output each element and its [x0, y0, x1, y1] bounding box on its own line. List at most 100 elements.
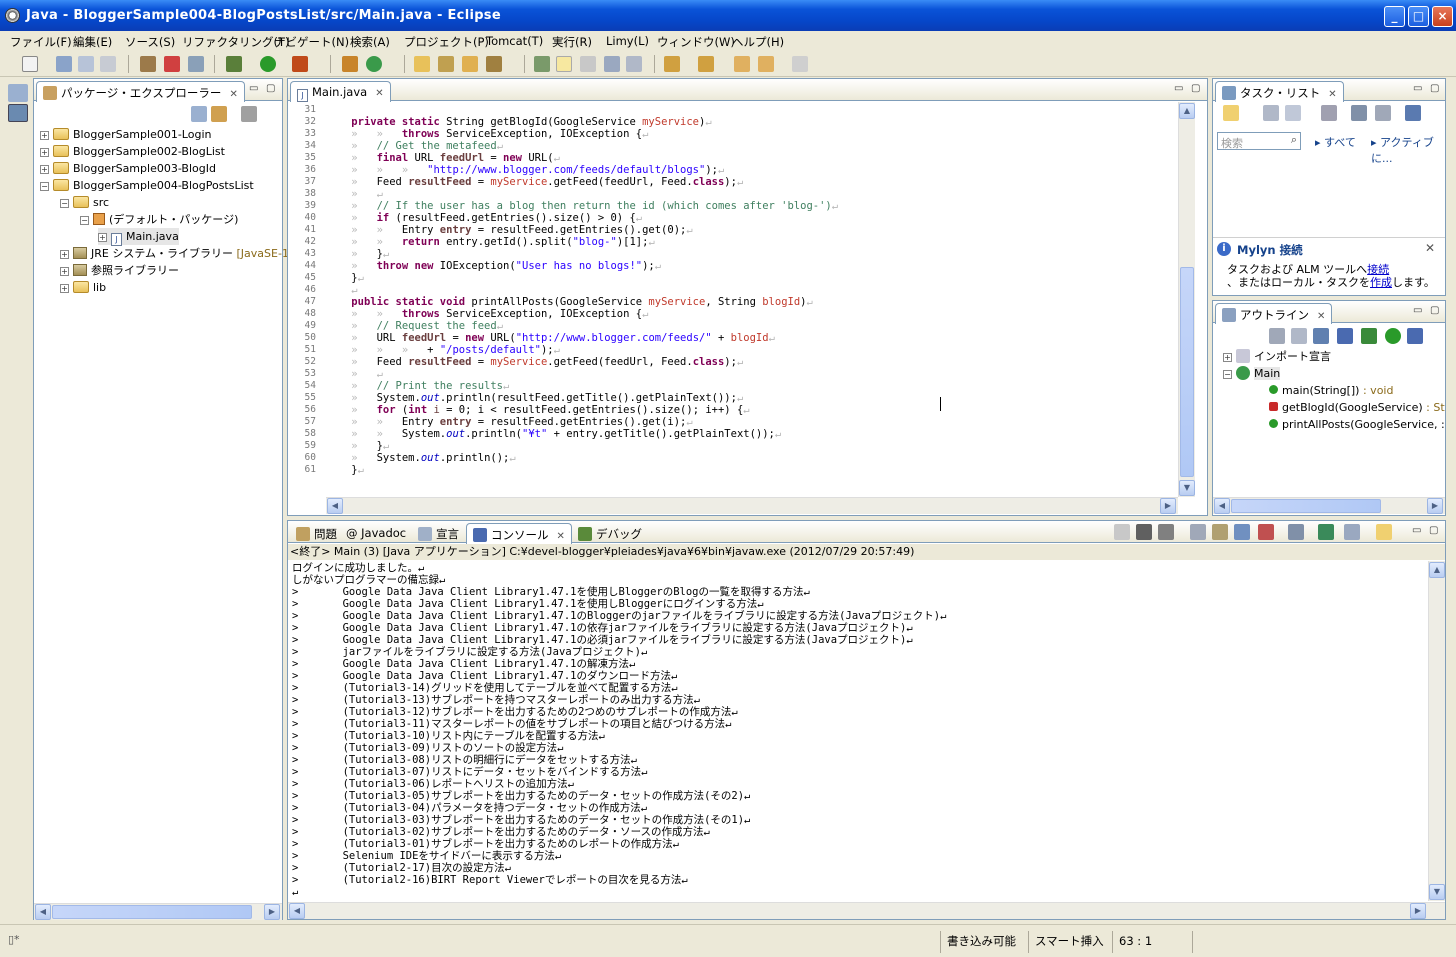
tab-main-java[interactable]: J Main.java ✕	[290, 81, 391, 102]
scroll-thumb[interactable]	[1231, 499, 1381, 513]
run-icon[interactable]	[260, 56, 276, 72]
close-icon[interactable]: ✕	[229, 89, 237, 100]
horizontal-scrollbar[interactable]: ◀ ▶	[1213, 497, 1445, 514]
scroll-lock-icon[interactable]	[1212, 524, 1228, 540]
hide-fields-icon[interactable]	[1337, 328, 1353, 344]
maximize-view-icon[interactable]: ▢	[1429, 525, 1438, 536]
scroll-up-icon[interactable]: ▲	[1429, 562, 1445, 578]
outline-item-method[interactable]: main(String[]) : void	[1269, 382, 1393, 399]
remove-all-icon[interactable]	[1158, 524, 1174, 540]
open-type-icon[interactable]	[414, 56, 430, 72]
toggle-mark-icon[interactable]	[534, 56, 550, 72]
open-task-icon[interactable]	[438, 56, 454, 72]
maximize-view-icon[interactable]: ▢	[266, 83, 275, 94]
scroll-down-icon[interactable]: ▼	[1179, 480, 1195, 496]
code-line[interactable]: » for (int i = 0; i < resultFeed.getEntr…	[326, 404, 749, 416]
menu-help[interactable]: ヘルプ(H)	[732, 34, 784, 50]
tree-item-selected[interactable]: + J Main.java	[98, 228, 179, 246]
tab-problems[interactable]: 問題	[290, 523, 343, 543]
close-icon[interactable]: ✕	[1317, 311, 1325, 322]
next-annotation-icon[interactable]	[664, 56, 680, 72]
display-console-icon[interactable]	[1318, 524, 1334, 540]
block-select-icon[interactable]	[580, 56, 596, 72]
code-line[interactable]: » }↵	[326, 440, 389, 452]
tree-item[interactable]: + lib	[60, 279, 106, 296]
code-line[interactable]: }↵	[326, 476, 339, 477]
open-folder-icon[interactable]	[462, 56, 478, 72]
pin-console-icon[interactable]	[1288, 524, 1304, 540]
menu-project[interactable]: プロジェクト(P)	[404, 34, 489, 50]
hide-local-types-icon[interactable]	[1407, 328, 1423, 344]
minimize-button[interactable]: _	[1384, 6, 1405, 27]
menu-navigate[interactable]: ナビゲート(N)	[274, 34, 349, 50]
clear-console-icon[interactable]	[1190, 524, 1206, 540]
show-stdout-icon[interactable]	[1234, 524, 1250, 540]
open-perspective-icon[interactable]	[8, 84, 28, 102]
code-line[interactable]: }↵	[326, 272, 364, 284]
back-icon[interactable]	[758, 56, 774, 72]
collapse-all-icon[interactable]	[1375, 105, 1391, 121]
outline-item-method[interactable]: getBlogId(GoogleService) : St	[1269, 399, 1445, 416]
collapse-all-icon[interactable]	[191, 106, 207, 122]
all-tasks-link[interactable]: ▸ すべて	[1315, 134, 1356, 150]
code-line[interactable]: ↵	[326, 284, 357, 296]
tab-outline[interactable]: アウトライン ✕	[1215, 303, 1333, 324]
code-area[interactable]: 31 32 private static String getBlogId(Goo…	[288, 102, 1178, 477]
last-edit-icon[interactable]	[734, 56, 750, 72]
task-search-input[interactable]: 検索 ⌕	[1217, 132, 1301, 150]
minimize-view-icon[interactable]: ▭	[1412, 525, 1421, 536]
menu-file[interactable]: ファイル(F)	[10, 34, 72, 50]
scroll-right-icon[interactable]: ▶	[1160, 498, 1176, 514]
scroll-left-icon[interactable]: ◀	[327, 498, 343, 514]
minimize-view-icon[interactable]: ▭	[1174, 83, 1183, 94]
code-line[interactable]: » // If the user has a blog then return …	[326, 200, 838, 212]
minimize-view-icon[interactable]: ▭	[1413, 83, 1422, 94]
scroll-down-icon[interactable]: ▼	[1429, 884, 1445, 900]
categorize-icon[interactable]	[1263, 105, 1279, 121]
code-line[interactable]: » System.out.println();↵	[326, 452, 515, 464]
sync-icon[interactable]	[1405, 105, 1421, 121]
tree-item[interactable]: + BloggerSample002-BlogList	[40, 143, 225, 160]
tab-package-explorer[interactable]: パッケージ・エクスプローラー ✕	[36, 81, 245, 102]
code-line[interactable]: » » return entry.getId().split("blog-")[…	[326, 236, 654, 248]
focus-icon[interactable]	[1321, 105, 1337, 121]
new-java-class-icon[interactable]	[366, 56, 382, 72]
minimize-view-icon[interactable]: ▭	[1413, 305, 1422, 316]
horizontal-scrollbar[interactable]: ◀ ▶	[326, 497, 1178, 514]
code-line[interactable]: » URL feedUrl = new URL("http://www.blog…	[326, 332, 775, 344]
scroll-thumb[interactable]	[52, 905, 252, 919]
outline-item-method[interactable]: printAllPosts(GoogleService, :	[1269, 416, 1445, 433]
sort-icon[interactable]	[1313, 328, 1329, 344]
debug-mode-icon[interactable]	[140, 56, 156, 72]
code-line[interactable]: » final URL feedUrl = new URL(↵	[326, 152, 560, 164]
maximize-view-icon[interactable]: ▢	[1430, 83, 1439, 94]
outline-item-imports[interactable]: + インポート宣言	[1223, 348, 1331, 365]
fast-view-icon[interactable]: ▯*	[8, 933, 20, 946]
code-line[interactable]: » » » "http://www.blogger.com/feeds/defa…	[326, 164, 724, 176]
stop-icon[interactable]	[164, 56, 180, 72]
scroll-left-icon[interactable]: ◀	[289, 903, 305, 919]
external-tools-icon[interactable]	[292, 56, 308, 72]
scroll-right-icon[interactable]: ▶	[264, 904, 280, 920]
code-line[interactable]: » // Request the feed↵	[326, 320, 503, 332]
tree-item[interactable]: + JRE システム・ライブラリー [JavaSE-1.6]	[60, 245, 304, 262]
menu-run[interactable]: 実行(R)	[552, 34, 592, 50]
scroll-left-icon[interactable]: ◀	[35, 904, 51, 920]
minimize-view-icon[interactable]: ▭	[249, 83, 258, 94]
schedule-icon[interactable]	[1285, 105, 1301, 121]
hide-completed-icon[interactable]	[1351, 105, 1367, 121]
tree-item[interactable]: + BloggerSample001-Login	[40, 126, 211, 143]
code-line[interactable]: » » Entry entry = resultFeed.getEntries(…	[326, 416, 692, 428]
code-line[interactable]: » // Print the results↵	[326, 380, 509, 392]
tree-item[interactable]: + BloggerSample003-BlogId	[40, 160, 216, 177]
code-line[interactable]: » Feed resultFeed = myService.getFeed(fe…	[326, 176, 743, 188]
collapse-all-icon[interactable]	[1291, 328, 1307, 344]
menu-tomcat[interactable]: Tomcat(T)	[486, 34, 543, 48]
menu-edit[interactable]: 編集(E)	[73, 34, 112, 50]
hide-static-icon[interactable]	[1361, 328, 1377, 344]
create-link[interactable]: 作成	[1370, 276, 1392, 289]
scroll-right-icon[interactable]: ▶	[1427, 498, 1443, 514]
debug-icon[interactable]	[226, 56, 242, 72]
highlight-icon[interactable]	[556, 56, 572, 72]
menu-limy[interactable]: Limy(L)	[606, 34, 649, 48]
